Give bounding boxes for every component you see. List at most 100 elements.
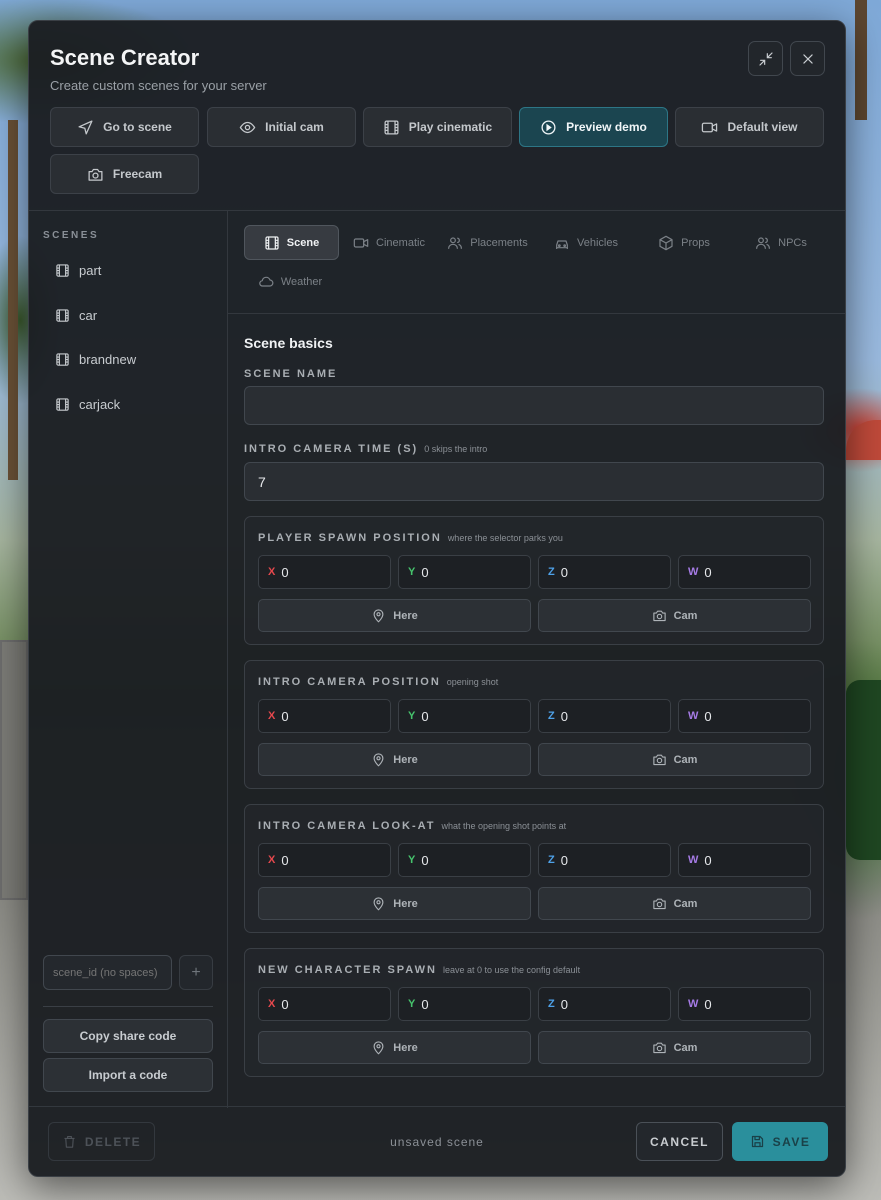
group-label: INTRO CAMERA POSITION opening shot bbox=[258, 676, 498, 688]
add-scene-button[interactable]: + bbox=[179, 955, 213, 990]
z-coordinate-input[interactable]: Z0 bbox=[538, 843, 671, 877]
preview-demo-button[interactable]: Preview demo bbox=[519, 107, 668, 147]
window-subtitle: Create custom scenes for your server bbox=[50, 78, 267, 93]
w-axis-label: W bbox=[688, 854, 699, 866]
y-coordinate-input[interactable]: Y0 bbox=[398, 699, 531, 733]
tab-scene[interactable]: Scene bbox=[244, 225, 339, 260]
group-label-text: NEW CHARACTER SPAWN bbox=[258, 964, 437, 976]
x-value: 0 bbox=[281, 708, 289, 724]
use-here-button[interactable]: Here bbox=[258, 1031, 531, 1064]
close-button[interactable] bbox=[790, 41, 825, 76]
initial-cam-button[interactable]: Initial cam bbox=[207, 107, 356, 147]
y-axis-label: Y bbox=[408, 854, 416, 866]
cancel-button[interactable]: CANCEL bbox=[636, 1122, 723, 1161]
import-code-button[interactable]: Import a code bbox=[43, 1058, 213, 1092]
tab-label: Placements bbox=[470, 236, 528, 249]
users-icon bbox=[448, 236, 463, 249]
camera-icon bbox=[652, 610, 666, 622]
tab-placements[interactable]: Placements bbox=[440, 225, 535, 260]
cam-label: Cam bbox=[673, 609, 698, 622]
tab-label: Cinematic bbox=[376, 236, 425, 249]
use-here-button[interactable]: Here bbox=[258, 743, 531, 776]
tab-label: NPCs bbox=[778, 236, 807, 249]
camera-icon bbox=[652, 1042, 666, 1054]
x-coordinate-input[interactable]: X0 bbox=[258, 699, 391, 733]
tab-vehicles[interactable]: Vehicles bbox=[541, 225, 631, 260]
video-camera-icon bbox=[353, 237, 369, 248]
here-label: Here bbox=[393, 609, 418, 622]
use-here-button[interactable]: Here bbox=[258, 599, 531, 632]
scene-item-car[interactable]: car bbox=[55, 308, 97, 323]
scene-item-label: car bbox=[79, 308, 98, 323]
cam-label: Cam bbox=[673, 1041, 698, 1054]
editor-tabs: Scene Cinematic Placements Vehicles Prop… bbox=[228, 211, 845, 314]
use-here-button[interactable]: Here bbox=[258, 887, 531, 920]
x-coordinate-input[interactable]: X0 bbox=[258, 843, 391, 877]
new-scene-id-input[interactable] bbox=[43, 955, 172, 990]
tab-label: Weather bbox=[280, 275, 323, 288]
use-cam-button[interactable]: Cam bbox=[538, 1031, 811, 1064]
group-hint: opening shot bbox=[446, 677, 499, 687]
use-cam-button[interactable]: Cam bbox=[538, 743, 811, 776]
users-icon bbox=[756, 236, 771, 249]
play-cinematic-button[interactable]: Play cinematic bbox=[363, 107, 512, 147]
z-value: 0 bbox=[560, 708, 568, 724]
z-coordinate-input[interactable]: Z0 bbox=[538, 699, 671, 733]
section-title: Scene basics bbox=[244, 335, 333, 351]
y-coordinate-input[interactable]: Y0 bbox=[398, 843, 531, 877]
x-axis-label: X bbox=[268, 854, 276, 866]
tab-weather[interactable]: Weather bbox=[250, 264, 330, 299]
film-icon bbox=[265, 235, 279, 250]
cloud-icon bbox=[259, 276, 274, 287]
scene-name-input[interactable] bbox=[244, 386, 824, 425]
minimize-button[interactable] bbox=[748, 41, 783, 76]
w-coordinate-input[interactable]: W0 bbox=[678, 987, 811, 1021]
z-coordinate-input[interactable]: Z0 bbox=[538, 987, 671, 1021]
scene-item-carjack[interactable]: carjack bbox=[55, 397, 120, 412]
w-coordinate-input[interactable]: W0 bbox=[678, 843, 811, 877]
freecam-button[interactable]: Freecam bbox=[50, 154, 199, 194]
x-axis-label: X bbox=[268, 998, 276, 1010]
z-value: 0 bbox=[560, 852, 568, 868]
y-axis-label: Y bbox=[408, 998, 416, 1010]
z-coordinate-input[interactable]: Z0 bbox=[538, 555, 671, 589]
preview-demo-label: Preview demo bbox=[566, 120, 647, 134]
camera-icon bbox=[652, 898, 666, 910]
save-label: SAVE bbox=[772, 1134, 811, 1149]
scene-name-label-text: SCENE NAME bbox=[244, 368, 338, 380]
scene-item-label: part bbox=[79, 263, 102, 278]
group-label: NEW CHARACTER SPAWN leave at 0 to use the… bbox=[258, 964, 580, 976]
w-value: 0 bbox=[704, 996, 712, 1012]
film-icon bbox=[384, 119, 399, 135]
use-cam-button[interactable]: Cam bbox=[538, 887, 811, 920]
x-axis-label: X bbox=[268, 710, 276, 722]
default-view-button[interactable]: Default view bbox=[675, 107, 824, 147]
go-to-scene-label: Go to scene bbox=[103, 120, 172, 134]
sidebar-divider bbox=[43, 1006, 213, 1007]
intro-camera-time-input[interactable]: 7 bbox=[244, 462, 824, 501]
copy-share-code-button[interactable]: Copy share code bbox=[43, 1019, 213, 1053]
eye-icon bbox=[239, 121, 256, 133]
w-axis-label: W bbox=[688, 566, 699, 578]
initial-cam-label: Initial cam bbox=[265, 120, 324, 134]
y-coordinate-input[interactable]: Y0 bbox=[398, 555, 531, 589]
w-coordinate-input[interactable]: W0 bbox=[678, 699, 811, 733]
x-coordinate-input[interactable]: X0 bbox=[258, 555, 391, 589]
y-coordinate-input[interactable]: Y0 bbox=[398, 987, 531, 1021]
tab-props[interactable]: Props bbox=[639, 225, 729, 260]
save-button[interactable]: SAVE bbox=[732, 1122, 828, 1161]
x-coordinate-input[interactable]: X0 bbox=[258, 987, 391, 1021]
z-value: 0 bbox=[560, 564, 568, 580]
w-coordinate-input[interactable]: W0 bbox=[678, 555, 811, 589]
go-to-scene-button[interactable]: Go to scene bbox=[50, 107, 199, 147]
y-value: 0 bbox=[421, 996, 429, 1012]
intro-camera-time-hint: 0 skips the intro bbox=[424, 444, 488, 454]
group-hint: where the selector parks you bbox=[447, 533, 563, 543]
tab-cinematic[interactable]: Cinematic bbox=[344, 225, 434, 260]
w-axis-label: W bbox=[688, 998, 699, 1010]
here-label: Here bbox=[393, 753, 418, 766]
use-cam-button[interactable]: Cam bbox=[538, 599, 811, 632]
scene-item-brandnew[interactable]: brandnew bbox=[55, 352, 136, 367]
scene-item-part[interactable]: part bbox=[55, 263, 101, 278]
tab-npcs[interactable]: NPCs bbox=[736, 225, 826, 260]
